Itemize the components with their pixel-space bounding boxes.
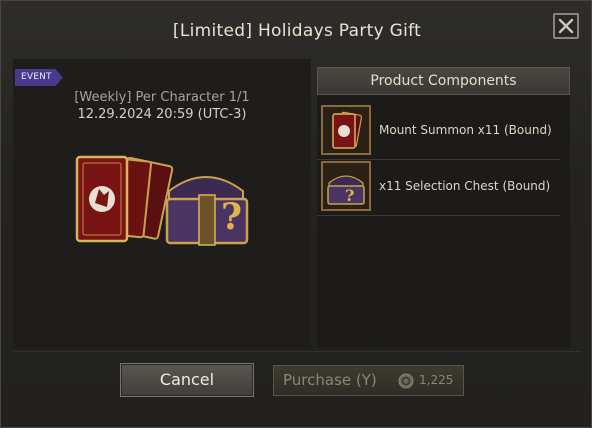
component-label: x11 Selection Chest (Bound) [379, 179, 551, 193]
footer-divider [13, 351, 581, 352]
component-item[interactable]: ? x11 Selection Chest (Bound) [317, 161, 560, 216]
chest-icon: ? [323, 163, 369, 209]
close-icon [558, 18, 574, 34]
card-pack-icon [323, 107, 369, 153]
svg-text:?: ? [345, 186, 354, 205]
cancel-button[interactable]: Cancel [120, 363, 254, 397]
purchase-label: Purchase (Y) [283, 371, 377, 389]
close-button[interactable] [553, 13, 579, 39]
expiry-date: 12.29.2024 20:59 (UTC-3) [77, 107, 247, 122]
components-header: Product Components [317, 67, 570, 95]
svg-text:?: ? [221, 196, 242, 238]
component-item[interactable]: Mount Summon x11 (Bound) [317, 105, 560, 160]
component-label: Mount Summon x11 (Bound) [379, 123, 552, 137]
price: 1,225 [419, 373, 454, 387]
purchase-button[interactable]: Purchase (Y) 1,225 [273, 365, 464, 396]
dialog-title: [Limited] Holidays Party Gift [172, 21, 422, 41]
coin-icon [398, 373, 414, 389]
event-badge: EVENT [15, 69, 63, 86]
product-image: ? [75, 155, 249, 246]
purchase-limit: [Weekly] Per Character 1/1 [74, 90, 250, 105]
purchase-dialog: [Limited] Holidays Party Gift EVENT [Wee… [0, 0, 592, 428]
